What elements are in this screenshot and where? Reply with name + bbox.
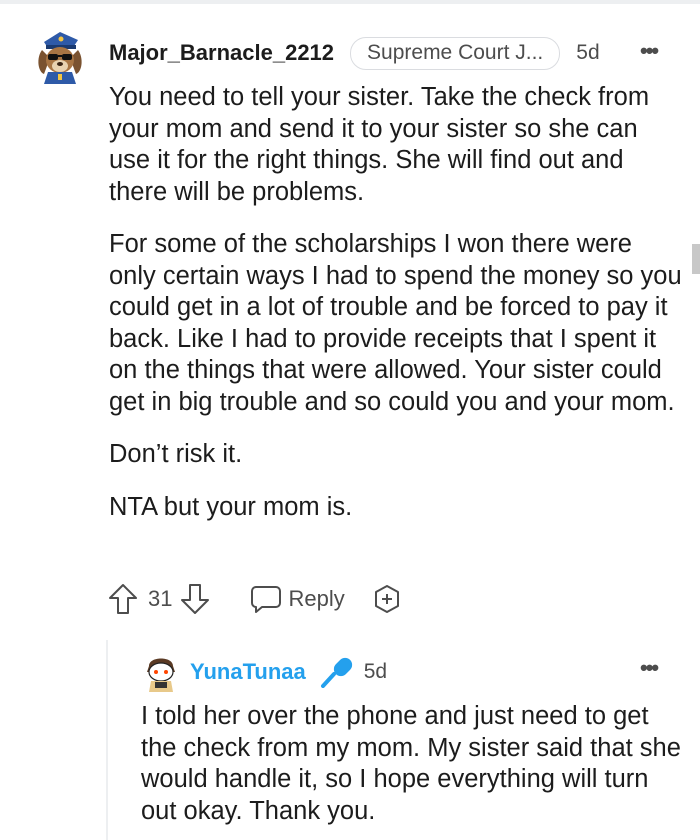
- more-options-button[interactable]: •••: [640, 38, 659, 64]
- speech-bubble-icon: [251, 586, 282, 613]
- reply-body: I told her over the phone and just need …: [141, 701, 686, 827]
- comment-paragraph: NTA but your mom is.: [109, 492, 353, 521]
- award-button[interactable]: [371, 583, 403, 615]
- user-flair: Supreme Court J...: [350, 36, 561, 70]
- vote-score: 31: [148, 586, 173, 611]
- reply-meta: YunaTunaa 5d: [190, 656, 387, 688]
- comment-paragraph: For some of the scholarships I won there…: [109, 230, 682, 416]
- reply-timestamp: 5d: [363, 660, 388, 683]
- thread-line[interactable]: [106, 640, 108, 840]
- reply-avatar[interactable]: [143, 654, 179, 692]
- microphone-icon: [320, 657, 352, 688]
- upvote-button[interactable]: [108, 583, 138, 615]
- more-options-icon: •••: [640, 38, 659, 63]
- avatar[interactable]: [36, 28, 84, 84]
- comment-paragraph: You need to tell your sister. Take the c…: [109, 83, 650, 206]
- timestamp: 5d: [576, 41, 600, 64]
- username[interactable]: Major_Barnacle_2212: [109, 40, 334, 66]
- comment-body: You need to tell your sister. Take the c…: [109, 82, 684, 544]
- snoo-avatar-icon: [147, 658, 175, 692]
- more-options-icon: •••: [640, 655, 659, 680]
- reply-label: Reply: [288, 586, 345, 611]
- reply-button[interactable]: Reply: [250, 584, 345, 614]
- comment-meta: Major_Barnacle_2212 Supreme Court J... 5…: [109, 35, 600, 71]
- comment-paragraph: Don’t risk it.: [109, 440, 243, 468]
- award-plus-icon: [374, 585, 399, 613]
- police-dog-avatar-icon: [38, 32, 82, 84]
- arrow-down-icon: [181, 584, 210, 614]
- reply-username[interactable]: YunaTunaa: [190, 659, 306, 685]
- reply-paragraph: I told her over the phone and just need …: [141, 702, 681, 825]
- reply-more-options-button[interactable]: •••: [640, 655, 659, 681]
- comment: Major_Barnacle_2212 Supreme Court J... 5…: [0, 0, 700, 840]
- downvote-button[interactable]: [180, 583, 210, 615]
- arrow-up-icon: [109, 584, 137, 614]
- comment-actions: 31 Reply: [108, 582, 403, 616]
- op-badge: [320, 656, 354, 688]
